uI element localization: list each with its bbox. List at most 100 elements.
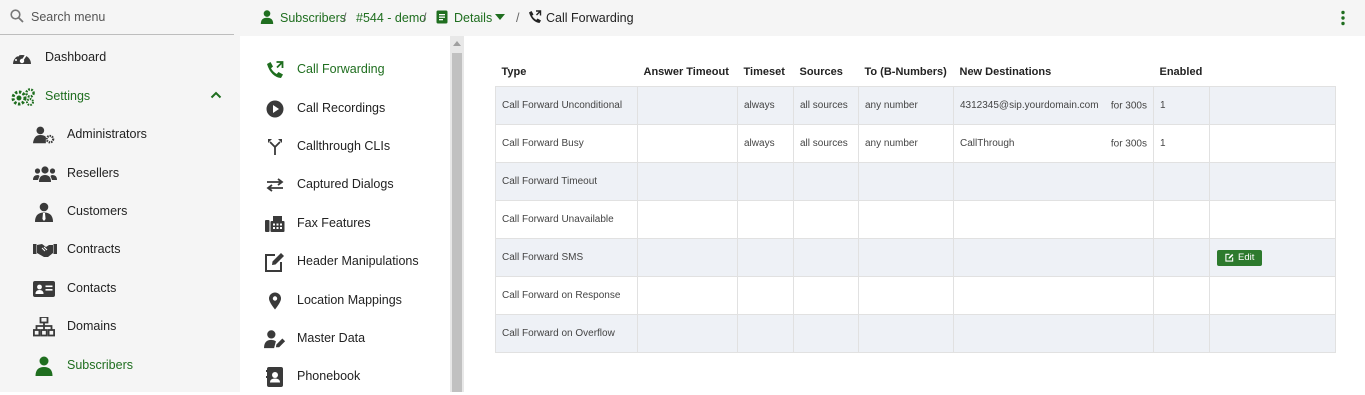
cell-actions xyxy=(1209,124,1336,163)
submenu-scrollbar[interactable] xyxy=(450,36,464,392)
sidebar-item-settings[interactable]: Settings xyxy=(0,77,240,115)
cell-timeset xyxy=(737,314,794,353)
column-header[interactable]: Timeset xyxy=(738,58,794,87)
column-header[interactable]: New Destinations xyxy=(954,58,1154,87)
cell-timeset: always xyxy=(737,124,794,163)
main-sidebar: Search menu Dashboard Settings Administr… xyxy=(0,0,240,392)
submenu-item-captured-dialogs[interactable]: Captured Dialogs xyxy=(240,165,450,203)
breadcrumb-subscriber[interactable]: #544 - demo xyxy=(356,11,426,25)
cell-timeset xyxy=(737,200,794,239)
play-circle-icon xyxy=(264,98,286,120)
sidebar-item-dashboard[interactable]: Dashboard xyxy=(0,38,240,76)
submenu-item-label: Captured Dialogs xyxy=(297,177,394,191)
table-row[interactable]: Call Forward SMS Edit xyxy=(495,238,1336,277)
submenu-item-phonebook[interactable]: Phonebook xyxy=(240,357,450,395)
submenu-item-call-recordings[interactable]: Call Recordings xyxy=(240,89,450,127)
cell-sources xyxy=(793,314,859,353)
subscriber-submenu: Call Forwarding Call Recordings Callthro… xyxy=(240,36,450,392)
sitemap-icon xyxy=(33,316,55,338)
caret-down-icon[interactable] xyxy=(495,14,505,20)
submenu-item-label: Master Data xyxy=(297,331,366,345)
cell-type: Call Forward Unconditional xyxy=(495,86,638,125)
submenu-item-master-data[interactable]: Master Data xyxy=(240,319,450,357)
handshake-icon xyxy=(33,239,57,261)
sidebar-item-customers[interactable]: Customers xyxy=(0,192,240,230)
cell-to: any number xyxy=(858,124,954,163)
cell-to: any number xyxy=(858,86,954,125)
sidebar-item-contracts[interactable]: Contracts xyxy=(0,230,240,268)
sidebar-item-administrators[interactable]: Administrators xyxy=(0,115,240,153)
user-gear-icon xyxy=(33,124,55,146)
breadcrumb-subscribers[interactable]: Subscribers xyxy=(280,11,346,25)
cell-type: Call Forward on Overflow xyxy=(495,314,638,353)
table-row[interactable]: Call Forward Busy always all sources any… xyxy=(495,124,1336,163)
cell-actions xyxy=(1209,276,1336,315)
submenu-item-call-forwarding[interactable]: Call Forwarding xyxy=(240,50,450,88)
sidebar-item-subscribers[interactable]: Subscribers xyxy=(0,346,240,384)
edit-button[interactable]: Edit xyxy=(1217,249,1263,266)
scrollbar-thumb[interactable] xyxy=(452,53,462,392)
sidebar-item-label: Domains xyxy=(67,319,117,333)
cell-sources xyxy=(793,200,859,239)
column-header[interactable]: Answer Timeout xyxy=(638,58,738,87)
fork-icon xyxy=(264,136,286,158)
submenu-item-callthrough-clis[interactable]: Callthrough CLIs xyxy=(240,127,450,165)
cell-enabled xyxy=(1153,238,1210,277)
submenu-item-location-mappings[interactable]: Location Mappings xyxy=(240,281,450,319)
column-header[interactable]: Sources xyxy=(794,58,859,87)
cell-to xyxy=(858,238,954,277)
cell-answer-timeout xyxy=(637,238,738,277)
table-row[interactable]: Call Forward on Response xyxy=(495,276,1336,315)
cell-answer-timeout xyxy=(637,314,738,353)
cell-actions xyxy=(1209,86,1336,125)
document-icon xyxy=(436,10,448,24)
table-row[interactable]: Call Forward on Overflow xyxy=(495,314,1336,353)
submenu-item-label: Call Recordings xyxy=(297,101,386,115)
column-header[interactable]: Type xyxy=(496,58,638,87)
table-row[interactable]: Call Forward Timeout xyxy=(495,162,1336,201)
sidebar-item-label: Contacts xyxy=(67,281,117,295)
column-header[interactable]: Enabled xyxy=(1154,58,1210,87)
cell-to xyxy=(858,162,954,201)
gears-icon xyxy=(10,86,36,108)
cell-answer-timeout xyxy=(637,86,738,125)
sidebar-item-contacts[interactable]: Contacts xyxy=(0,269,240,307)
table-row[interactable]: Call Forward Unconditional always all so… xyxy=(495,86,1336,125)
edit-box-icon xyxy=(264,251,286,273)
cell-actions: Edit xyxy=(1209,238,1336,277)
cell-answer-timeout xyxy=(637,162,738,201)
edit-icon xyxy=(1225,253,1234,262)
cell-answer-timeout xyxy=(637,276,738,315)
edit-button-label: Edit xyxy=(1238,252,1255,263)
cell-timeset xyxy=(737,238,794,277)
search-menu[interactable]: Search menu xyxy=(0,0,234,35)
user-tie-icon xyxy=(33,201,55,223)
chevron-up-icon[interactable] xyxy=(210,91,222,99)
breadcrumb-details[interactable]: Details xyxy=(454,11,492,25)
submenu-item-header-manipulations[interactable]: Header Manipulations xyxy=(240,242,450,280)
user-icon xyxy=(260,10,274,24)
column-header[interactable]: To (B-Numbers) xyxy=(859,58,954,87)
cell-answer-timeout xyxy=(637,124,738,163)
search-input[interactable]: Search menu xyxy=(31,10,105,24)
sidebar-item-domains[interactable]: Domains xyxy=(0,307,240,345)
scroll-up-icon[interactable] xyxy=(453,41,461,46)
submenu-item-fax-features[interactable]: Fax Features xyxy=(240,204,450,242)
phonebook-icon xyxy=(264,366,286,388)
submenu-item-label: Call Forwarding xyxy=(297,62,385,76)
sidebar-item-resellers[interactable]: Resellers xyxy=(0,154,240,192)
users-icon xyxy=(33,163,57,185)
address-card-icon xyxy=(33,278,55,300)
cell-destination: CallThrough for 300s xyxy=(953,124,1154,163)
cell-enabled xyxy=(1153,276,1210,315)
more-vert-icon[interactable] xyxy=(1340,10,1346,26)
cell-destination xyxy=(953,314,1154,353)
cell-to xyxy=(858,276,954,315)
table-row[interactable]: Call Forward Unavailable xyxy=(495,200,1336,239)
phone-forward-icon xyxy=(529,10,542,23)
cell-sources xyxy=(793,276,859,315)
cell-sources: all sources xyxy=(793,124,859,163)
call-forwarding-table: Type Answer Timeout Timeset Sources To (… xyxy=(495,58,1336,353)
destination-timeout: for 300s xyxy=(1110,100,1147,111)
cell-type: Call Forward SMS xyxy=(495,238,638,277)
